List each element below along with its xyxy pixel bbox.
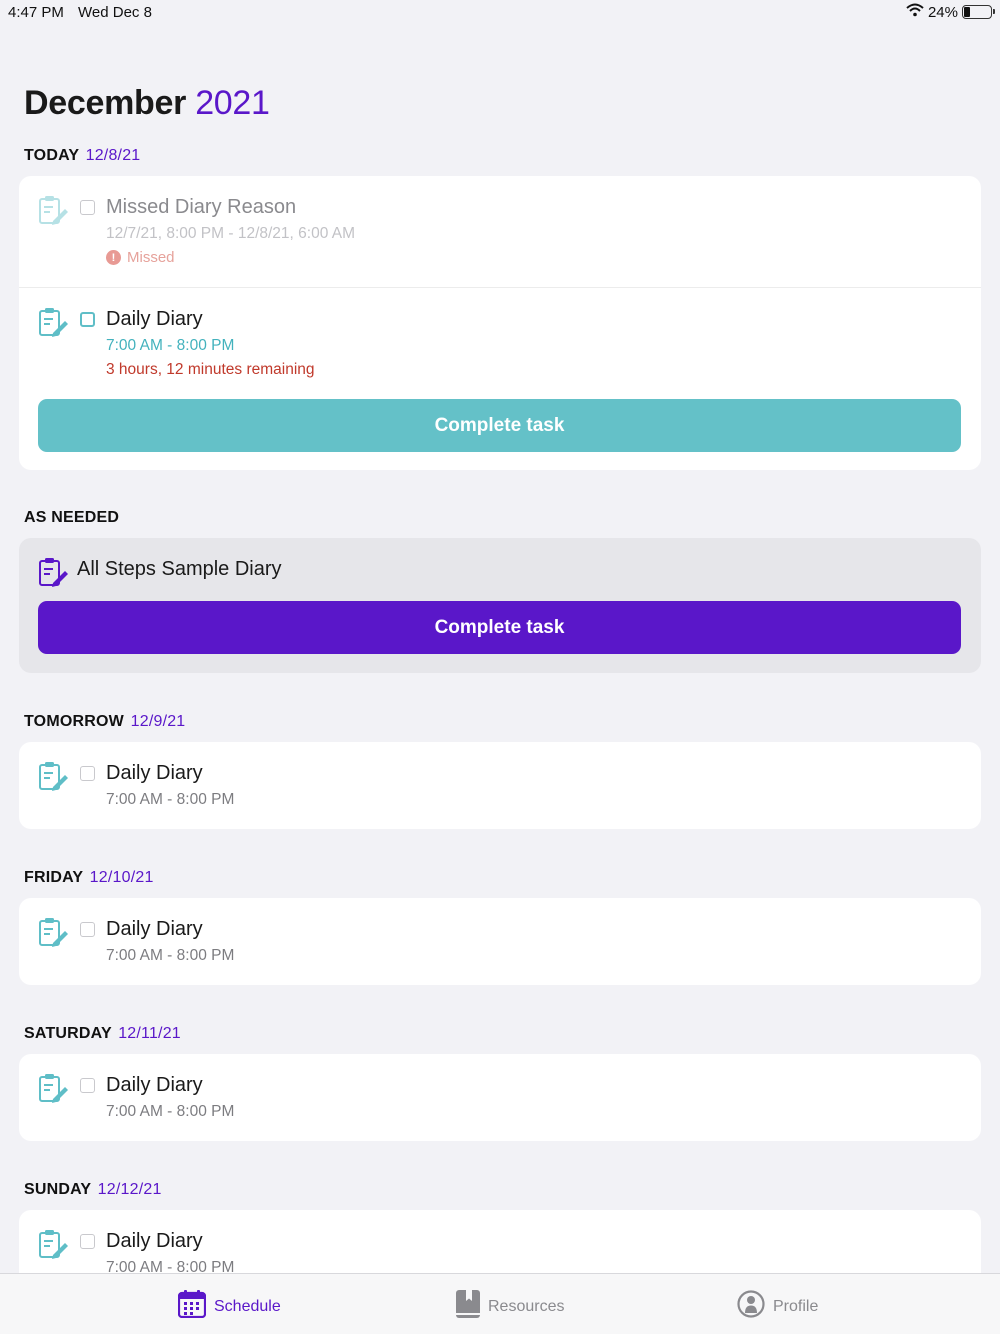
sunday-card: Daily Diary 7:00 AM - 8:00 PM — [19, 1210, 981, 1273]
task-title: Daily Diary — [106, 1230, 203, 1252]
section-friday-header: FRIDAY 12/10/21 — [24, 869, 154, 887]
page-title-year: 2021 — [195, 84, 270, 122]
today-card: Missed Diary Reason 12/7/21, 8:00 PM - 1… — [19, 176, 981, 470]
task-title: Missed Diary Reason — [106, 196, 297, 218]
section-date: 12/10/21 — [89, 869, 154, 886]
status-time: 4:47 PM — [8, 4, 64, 21]
missed-label: Missed — [127, 249, 175, 266]
section-date: 12/9/21 — [130, 713, 186, 730]
profile-icon — [737, 1290, 765, 1323]
section-date: 12/11/21 — [118, 1025, 181, 1042]
tab-bar: Schedule Resources Profile — [0, 1273, 1000, 1334]
task-daily-diary-friday[interactable]: Daily Diary 7:00 AM - 8:00 PM — [19, 898, 981, 985]
calendar-icon — [177, 1290, 207, 1323]
section-sunday-header: SUNDAY 12/12/21 — [24, 1181, 162, 1199]
missed-status: ! Missed — [106, 249, 175, 266]
task-daily-diary-tomorrow[interactable]: Daily Diary 7:00 AM - 8:00 PM — [19, 742, 981, 829]
task-title: Daily Diary — [106, 762, 203, 784]
task-checkbox[interactable] — [80, 312, 95, 327]
saturday-card: Daily Diary 7:00 AM - 8:00 PM — [19, 1054, 981, 1141]
status-bar: 4:47 PM Wed Dec 8 24% — [0, 0, 1000, 26]
task-title: Daily Diary — [106, 308, 203, 330]
tab-label: Resources — [488, 1297, 565, 1315]
tab-label: Schedule — [214, 1297, 281, 1315]
task-time: 7:00 AM - 8:00 PM — [106, 947, 235, 964]
task-time: 12/7/21, 8:00 PM - 12/8/21, 6:00 AM — [106, 225, 356, 242]
page-title-month: December — [24, 84, 187, 122]
status-date: Wed Dec 8 — [78, 4, 152, 21]
task-title: Daily Diary — [106, 1074, 203, 1096]
task-missed-diary-reason[interactable]: Missed Diary Reason 12/7/21, 8:00 PM - 1… — [19, 176, 981, 287]
section-as-needed-header: AS NEEDED — [24, 509, 119, 527]
task-daily-diary-today[interactable]: Daily Diary 7:00 AM - 8:00 PM 3 hours, 1… — [19, 287, 981, 470]
task-time: 7:00 AM - 8:00 PM — [106, 1103, 235, 1120]
section-label: TOMORROW — [24, 713, 124, 730]
task-checkbox[interactable] — [80, 922, 95, 937]
section-label: AS NEEDED — [24, 509, 120, 526]
battery-percent: 24% — [927, 3, 958, 21]
tab-schedule[interactable]: Schedule — [177, 1290, 281, 1323]
task-checkbox[interactable] — [80, 200, 95, 215]
time-remaining: 3 hours, 12 minutes remaining — [106, 361, 315, 378]
tomorrow-card: Daily Diary 7:00 AM - 8:00 PM — [19, 742, 981, 829]
task-title: All Steps Sample Diary — [77, 558, 282, 580]
clipboard-edit-icon — [37, 556, 69, 593]
battery-icon — [962, 5, 995, 19]
task-checkbox[interactable] — [80, 1078, 95, 1093]
task-time: 7:00 AM - 8:00 PM — [106, 791, 235, 808]
task-checkbox[interactable] — [80, 766, 95, 781]
tab-label: Profile — [773, 1297, 819, 1315]
clipboard-edit-icon — [37, 916, 69, 953]
complete-task-button[interactable]: Complete task — [38, 601, 961, 654]
task-daily-diary-sunday[interactable]: Daily Diary 7:00 AM - 8:00 PM — [19, 1210, 981, 1273]
section-date: 12/8/21 — [85, 147, 141, 164]
tab-profile[interactable]: Profile — [737, 1290, 818, 1323]
clipboard-edit-icon — [37, 760, 69, 797]
tab-resources[interactable]: Resources — [456, 1290, 564, 1323]
clipboard-edit-icon — [37, 1228, 69, 1265]
clipboard-edit-icon — [37, 1072, 69, 1109]
clipboard-edit-icon — [37, 306, 69, 343]
as-needed-card: All Steps Sample Diary Complete task — [19, 538, 981, 673]
friday-card: Daily Diary 7:00 AM - 8:00 PM — [19, 898, 981, 985]
section-saturday-header: SATURDAY 12/11/21 — [24, 1025, 181, 1043]
section-date: 12/12/21 — [97, 1181, 162, 1198]
book-icon — [456, 1290, 480, 1323]
task-daily-diary-saturday[interactable]: Daily Diary 7:00 AM - 8:00 PM — [19, 1054, 981, 1141]
task-title: Daily Diary — [106, 918, 203, 940]
task-time: 7:00 AM - 8:00 PM — [106, 337, 235, 354]
section-label: FRIDAY — [24, 869, 83, 886]
task-all-steps-sample-diary[interactable]: All Steps Sample Diary Complete task — [19, 538, 981, 673]
section-label: SATURDAY — [24, 1025, 112, 1042]
section-label: TODAY — [24, 147, 79, 164]
section-tomorrow-header: TOMORROW 12/9/21 — [24, 713, 185, 731]
task-time: 7:00 AM - 8:00 PM — [106, 1259, 235, 1273]
page-title: December 2021 — [24, 84, 270, 123]
section-today-header: TODAY 12/8/21 — [24, 147, 140, 165]
wifi-icon — [906, 3, 924, 21]
alert-icon: ! — [106, 250, 121, 265]
task-checkbox[interactable] — [80, 1234, 95, 1249]
section-label: SUNDAY — [24, 1181, 92, 1198]
complete-task-button[interactable]: Complete task — [38, 399, 961, 452]
status-right: 24% — [906, 3, 995, 21]
clipboard-edit-icon — [37, 194, 69, 231]
